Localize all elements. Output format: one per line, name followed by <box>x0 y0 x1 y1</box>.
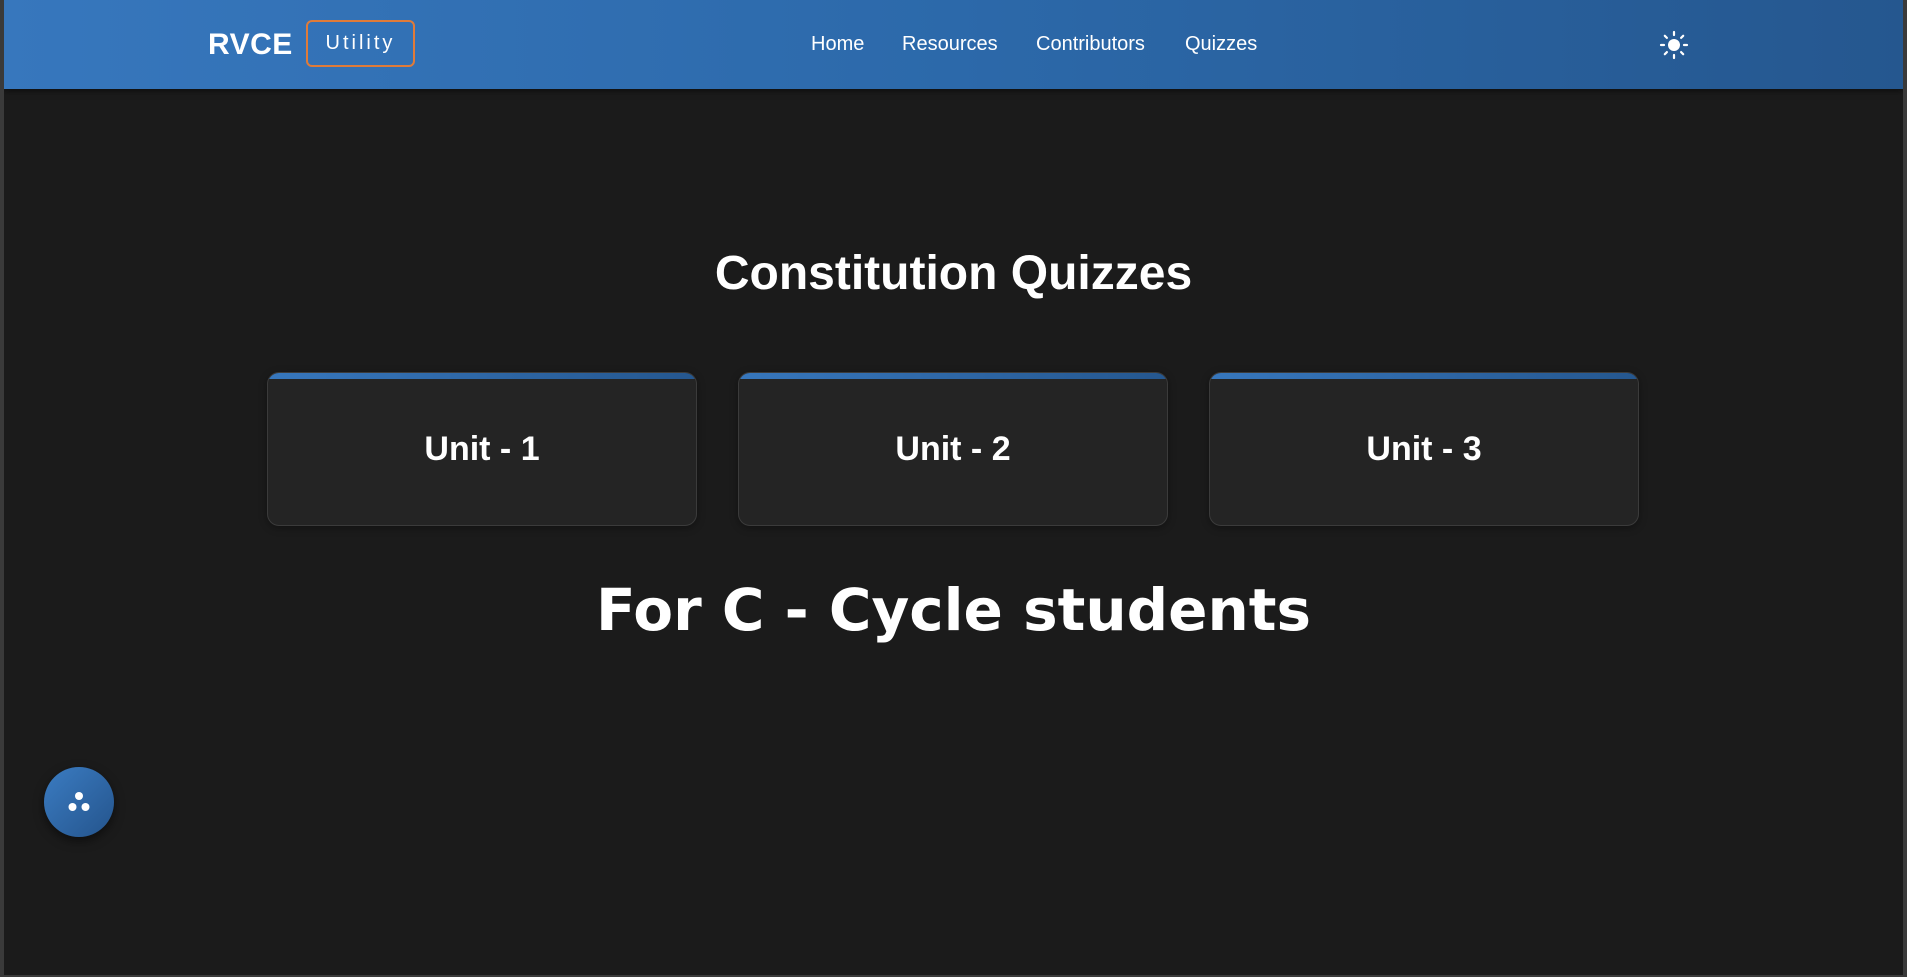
quiz-card-unit-1[interactable]: Unit - 1 <box>267 372 697 526</box>
nav-link-quizzes[interactable]: Quizzes <box>1185 30 1257 58</box>
floating-action-button[interactable] <box>44 767 114 837</box>
app-window: RVCE Utility Home Resources Contributors… <box>4 0 1903 975</box>
brand-logo[interactable]: RVCE <box>208 24 293 66</box>
sun-icon <box>1659 30 1689 60</box>
quiz-card-label: Unit - 1 <box>424 430 540 468</box>
nav-link-home[interactable]: Home <box>811 30 864 58</box>
navbar: RVCE Utility Home Resources Contributors… <box>4 0 1903 89</box>
quiz-card-label: Unit - 2 <box>895 430 1011 468</box>
page-title: Constitution Quizzes <box>714 247 1193 300</box>
three-dots-cluster-icon <box>68 792 90 811</box>
cycle-subtitle: For C - Cycle students <box>595 576 1312 644</box>
quiz-card-unit-3[interactable]: Unit - 3 <box>1209 372 1639 526</box>
theme-toggle-button[interactable] <box>1659 30 1689 60</box>
nav-link-resources[interactable]: Resources <box>902 30 998 58</box>
quiz-card-unit-2[interactable]: Unit - 2 <box>738 372 1168 526</box>
brand-badge: Utility <box>306 20 415 67</box>
nav-link-contributors[interactable]: Contributors <box>1036 30 1145 58</box>
quiz-card-label: Unit - 3 <box>1366 430 1482 468</box>
